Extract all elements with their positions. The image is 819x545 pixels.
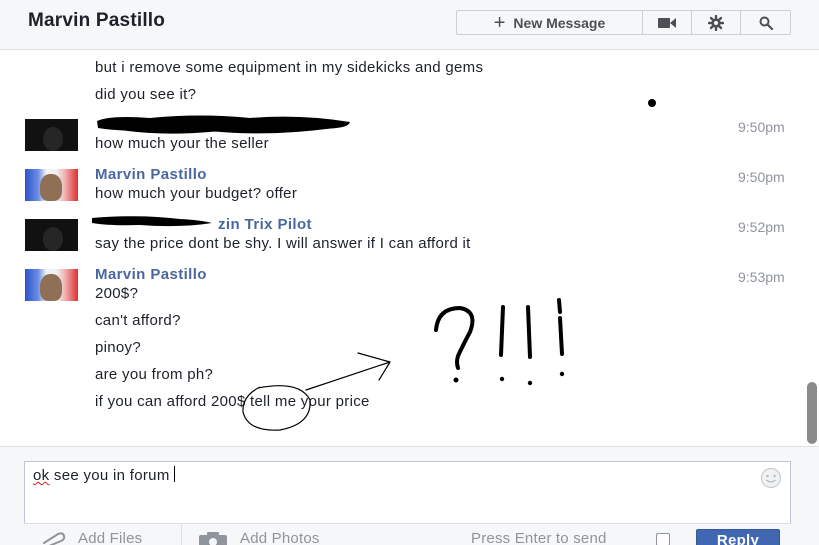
- sender-avatar[interactable]: [25, 119, 78, 151]
- video-call-button[interactable]: [643, 11, 692, 34]
- message-timestamp: 9:50pm: [738, 169, 785, 185]
- sender-name[interactable]: zin Trix Pilot: [218, 216, 312, 233]
- message-text: say the price dont be shy. I will answer…: [95, 235, 471, 252]
- new-message-button[interactable]: + New Message: [457, 11, 643, 34]
- conversation-header: Marvin Pastillo + New Message: [0, 0, 819, 50]
- sender-name[interactable]: Marvin Pastillo: [95, 266, 207, 283]
- composer-toolbar: Add Files Add Photos Press Enter to send…: [24, 523, 791, 545]
- message-text: can't afford?: [95, 312, 181, 329]
- reply-button[interactable]: Reply: [696, 529, 780, 545]
- press-enter-label[interactable]: Press Enter to send: [471, 530, 607, 545]
- thread-scrollbar[interactable]: [807, 382, 817, 444]
- reply-input-value: ok see you in forum: [33, 466, 176, 484]
- message-text: did you see it?: [95, 86, 197, 103]
- paperclip-icon: [43, 531, 66, 545]
- camera-icon: [199, 531, 227, 545]
- sender-avatar[interactable]: [25, 269, 78, 301]
- sender-name[interactable]: Marvin Pastillo: [95, 166, 207, 183]
- message-timestamp: 9:53pm: [738, 269, 785, 285]
- gear-icon: [708, 14, 724, 31]
- video-call-icon: [658, 17, 676, 28]
- message-timestamp: 9:52pm: [738, 219, 785, 235]
- new-message-label: New Message: [513, 14, 606, 31]
- message-text: how much your budget? offer: [95, 185, 298, 202]
- add-files-label: Add Files: [78, 530, 143, 545]
- search-button[interactable]: [741, 11, 790, 34]
- conversation-title[interactable]: Marvin Pastillo: [28, 10, 165, 32]
- plus-icon: +: [493, 11, 506, 34]
- sender-avatar[interactable]: [25, 219, 78, 251]
- message-timestamp: 9:50pm: [738, 119, 785, 135]
- message-text: how much your the seller: [95, 135, 269, 152]
- message-text: if you can afford 200$ tell me your pric…: [95, 393, 370, 410]
- toolbar-divider: [181, 524, 182, 545]
- text-caret: [173, 466, 176, 482]
- add-files-button[interactable]: Add Files: [40, 530, 142, 545]
- add-photos-button[interactable]: Add Photos: [198, 530, 320, 545]
- message-thread[interactable]: but i remove some equipment in my sideki…: [0, 51, 819, 445]
- emoji-icon[interactable]: [760, 467, 782, 489]
- message-text: but i remove some equipment in my sideki…: [95, 59, 484, 76]
- reply-input[interactable]: ok see you in forum: [24, 461, 791, 523]
- header-button-group: + New Message: [456, 10, 791, 35]
- message-text: 200$?: [95, 285, 139, 302]
- search-icon: [759, 16, 773, 30]
- message-text: are you from ph?: [95, 366, 214, 383]
- settings-button[interactable]: [692, 11, 741, 34]
- add-photos-label: Add Photos: [240, 530, 320, 545]
- sender-avatar[interactable]: [25, 169, 78, 201]
- press-enter-checkbox[interactable]: [656, 533, 670, 545]
- message-text: pinoy?: [95, 339, 142, 356]
- composer: ok see you in forum Add Files Add Photos…: [0, 446, 819, 545]
